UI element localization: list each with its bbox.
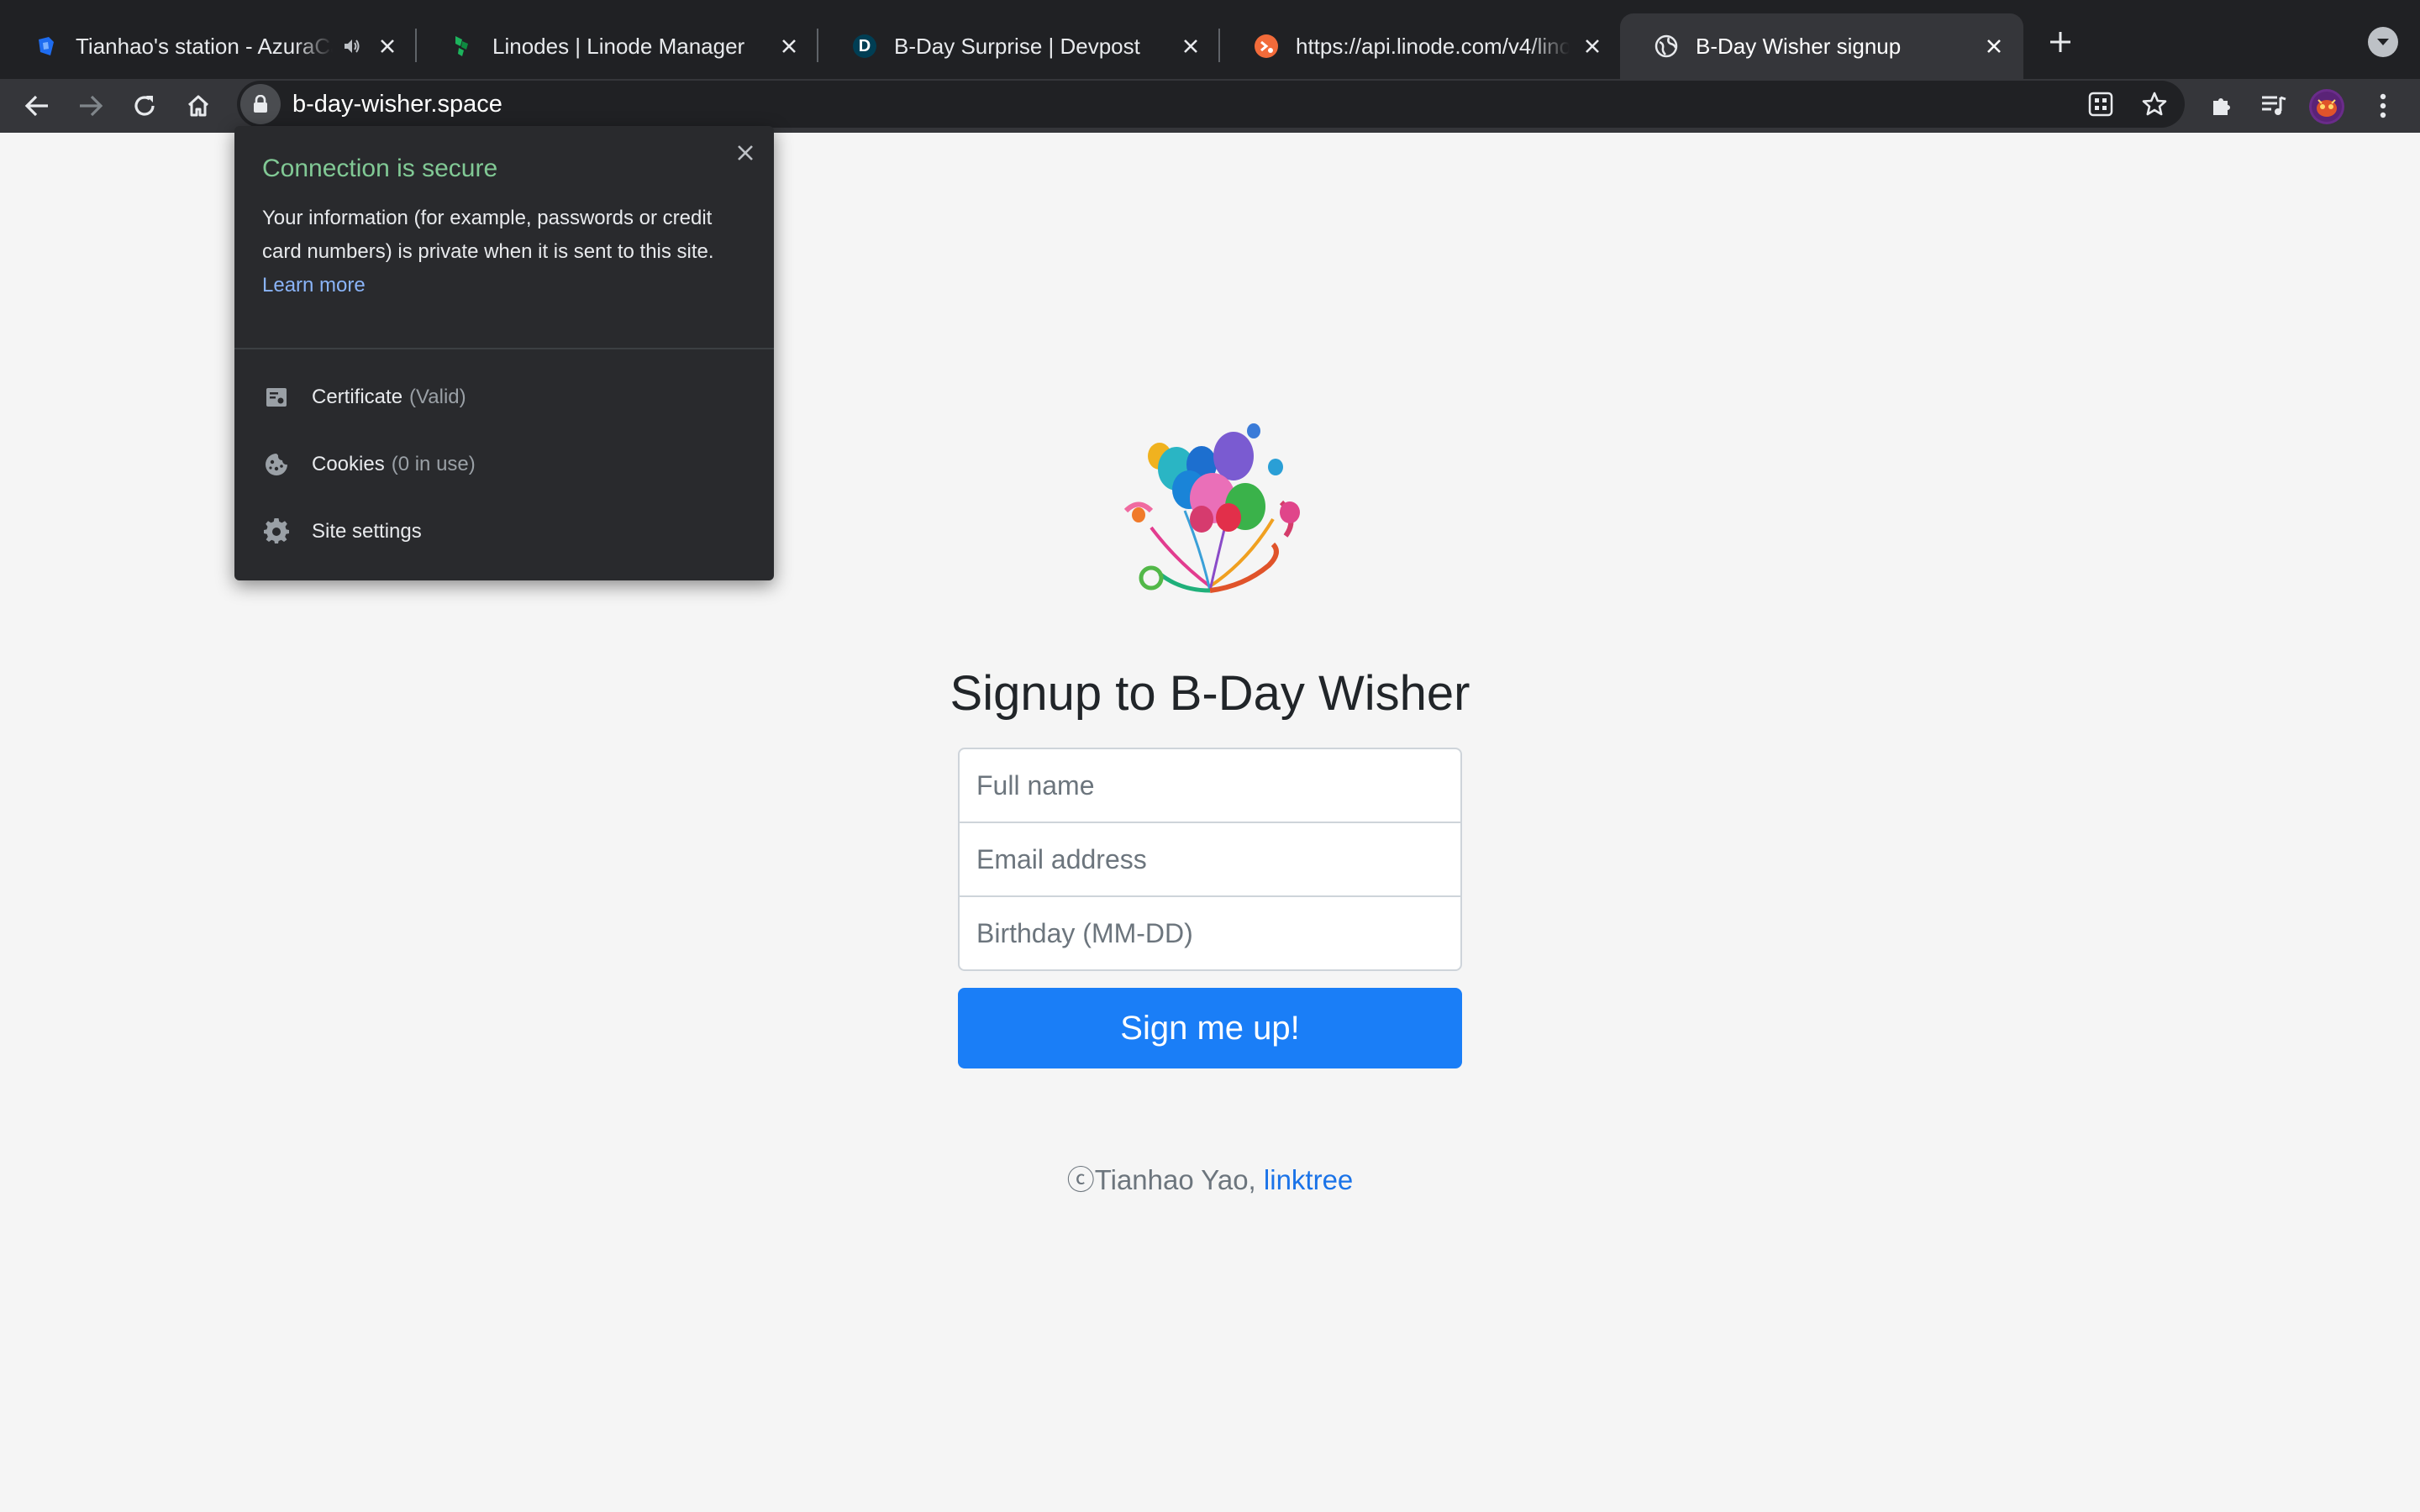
site-info-button[interactable]: [240, 84, 281, 124]
close-icon[interactable]: [1580, 34, 1605, 59]
linktree-link[interactable]: linktree: [1264, 1164, 1353, 1195]
speaker-icon[interactable]: [339, 34, 365, 59]
email-input[interactable]: [958, 822, 1462, 897]
tab-title: B-Day Surprise | Devpost: [894, 33, 1140, 59]
new-tab-button[interactable]: [2042, 24, 2079, 60]
cookies-label: Cookies: [312, 453, 385, 475]
menu-button[interactable]: [2363, 86, 2403, 126]
tab-title: https://api.linode.com/v4/linode/instanc…: [1296, 33, 1570, 59]
devpost-icon: D: [852, 34, 877, 59]
close-icon: [738, 145, 753, 160]
chevron-down-icon: [2377, 39, 2389, 45]
install-app-button[interactable]: [2082, 86, 2119, 123]
reload-icon: [134, 96, 155, 116]
forward-arrow-icon: [80, 95, 103, 117]
site-settings-row[interactable]: Site settings: [234, 502, 774, 561]
tab-title: Tianhao's station - AzuraCast: [76, 33, 333, 59]
close-icon[interactable]: [1178, 34, 1203, 59]
tab-strip: Tianhao's station - AzuraCast Linodes | …: [0, 0, 2420, 79]
toolbar: b-day-wisher.space: [0, 79, 2420, 133]
page-title: Signup to B-Day Wisher: [950, 666, 1470, 721]
connection-status-body: Your information (for example, passwords…: [262, 202, 750, 302]
divider: [234, 348, 774, 349]
tab-azuracast[interactable]: Tianhao's station - AzuraCast: [0, 13, 417, 79]
site-info-popup: Connection is secure Your information (f…: [234, 126, 774, 580]
gear-icon: [262, 517, 291, 546]
url-text[interactable]: b-day-wisher.space: [292, 81, 502, 128]
learn-more-link[interactable]: Learn more: [262, 274, 366, 297]
back-arrow-icon: [24, 95, 48, 117]
tab-linode[interactable]: Linodes | Linode Manager: [417, 13, 818, 79]
sign-up-button[interactable]: Sign me up!: [958, 988, 1462, 1068]
forward-button[interactable]: [71, 86, 111, 126]
birthday-input[interactable]: [958, 895, 1462, 971]
close-icon[interactable]: [776, 34, 802, 59]
linode-icon: [450, 34, 476, 59]
home-button[interactable]: [178, 86, 218, 126]
site-settings-label: Site settings: [312, 520, 422, 543]
bookmark-button[interactable]: [2136, 86, 2173, 123]
certificate-status: (Valid): [409, 386, 466, 408]
lock-icon: [254, 95, 267, 113]
media-controls-button[interactable]: [2254, 86, 2294, 126]
cookie-icon: [262, 450, 291, 479]
tab-linode-api[interactable]: https://api.linode.com/v4/linode/instanc…: [1220, 13, 1622, 79]
tab-bday-wisher[interactable]: B-Day Wisher signup: [1620, 13, 2023, 79]
full-name-input[interactable]: [958, 748, 1462, 823]
api-icon: [1254, 34, 1279, 59]
star-icon: [2142, 92, 2167, 116]
tab-devpost[interactable]: D B-Day Surprise | Devpost: [818, 13, 1220, 79]
connection-status-title: Connection is secure: [262, 155, 498, 182]
copyright-text: ⓒTianhao Yao,: [1066, 1164, 1264, 1195]
reload-button[interactable]: [124, 86, 165, 126]
certificate-icon: [262, 383, 291, 412]
signup-form: Sign me up!: [958, 748, 1462, 1068]
extensions-button[interactable]: [2202, 86, 2242, 126]
back-button[interactable]: [17, 86, 57, 126]
profile-avatar[interactable]: [2309, 89, 2344, 124]
playlist-music-icon: [2262, 96, 2286, 115]
address-bar[interactable]: b-day-wisher.space: [237, 81, 2185, 128]
certificate-label: Certificate: [312, 386, 403, 408]
azuracast-icon: [34, 34, 59, 59]
tab-search-button[interactable]: [2368, 27, 2398, 57]
popup-close-button[interactable]: [729, 136, 762, 170]
avatar-icon: [2312, 92, 2342, 122]
close-icon[interactable]: [375, 34, 400, 59]
globe-icon: [1654, 34, 1679, 59]
puzzle-icon: [2213, 98, 2230, 115]
cookies-count: (0 in use): [391, 453, 476, 475]
tab-title: Linodes | Linode Manager: [492, 33, 745, 59]
qr-code-icon: [2088, 92, 2113, 117]
close-icon[interactable]: [1981, 34, 2007, 59]
cookies-row[interactable]: Cookies (0 in use): [234, 435, 774, 494]
footer: ⓒTianhao Yao, linktree: [0, 1158, 2420, 1198]
tab-title: B-Day Wisher signup: [1696, 33, 1902, 59]
balloons-logo: [1123, 423, 1300, 593]
connection-description: Your information (for example, passwords…: [262, 207, 714, 263]
plus-icon: [2050, 32, 2070, 52]
home-icon: [187, 95, 209, 117]
certificate-row[interactable]: Certificate (Valid): [234, 368, 774, 427]
more-vert-icon: [2380, 93, 2386, 118]
